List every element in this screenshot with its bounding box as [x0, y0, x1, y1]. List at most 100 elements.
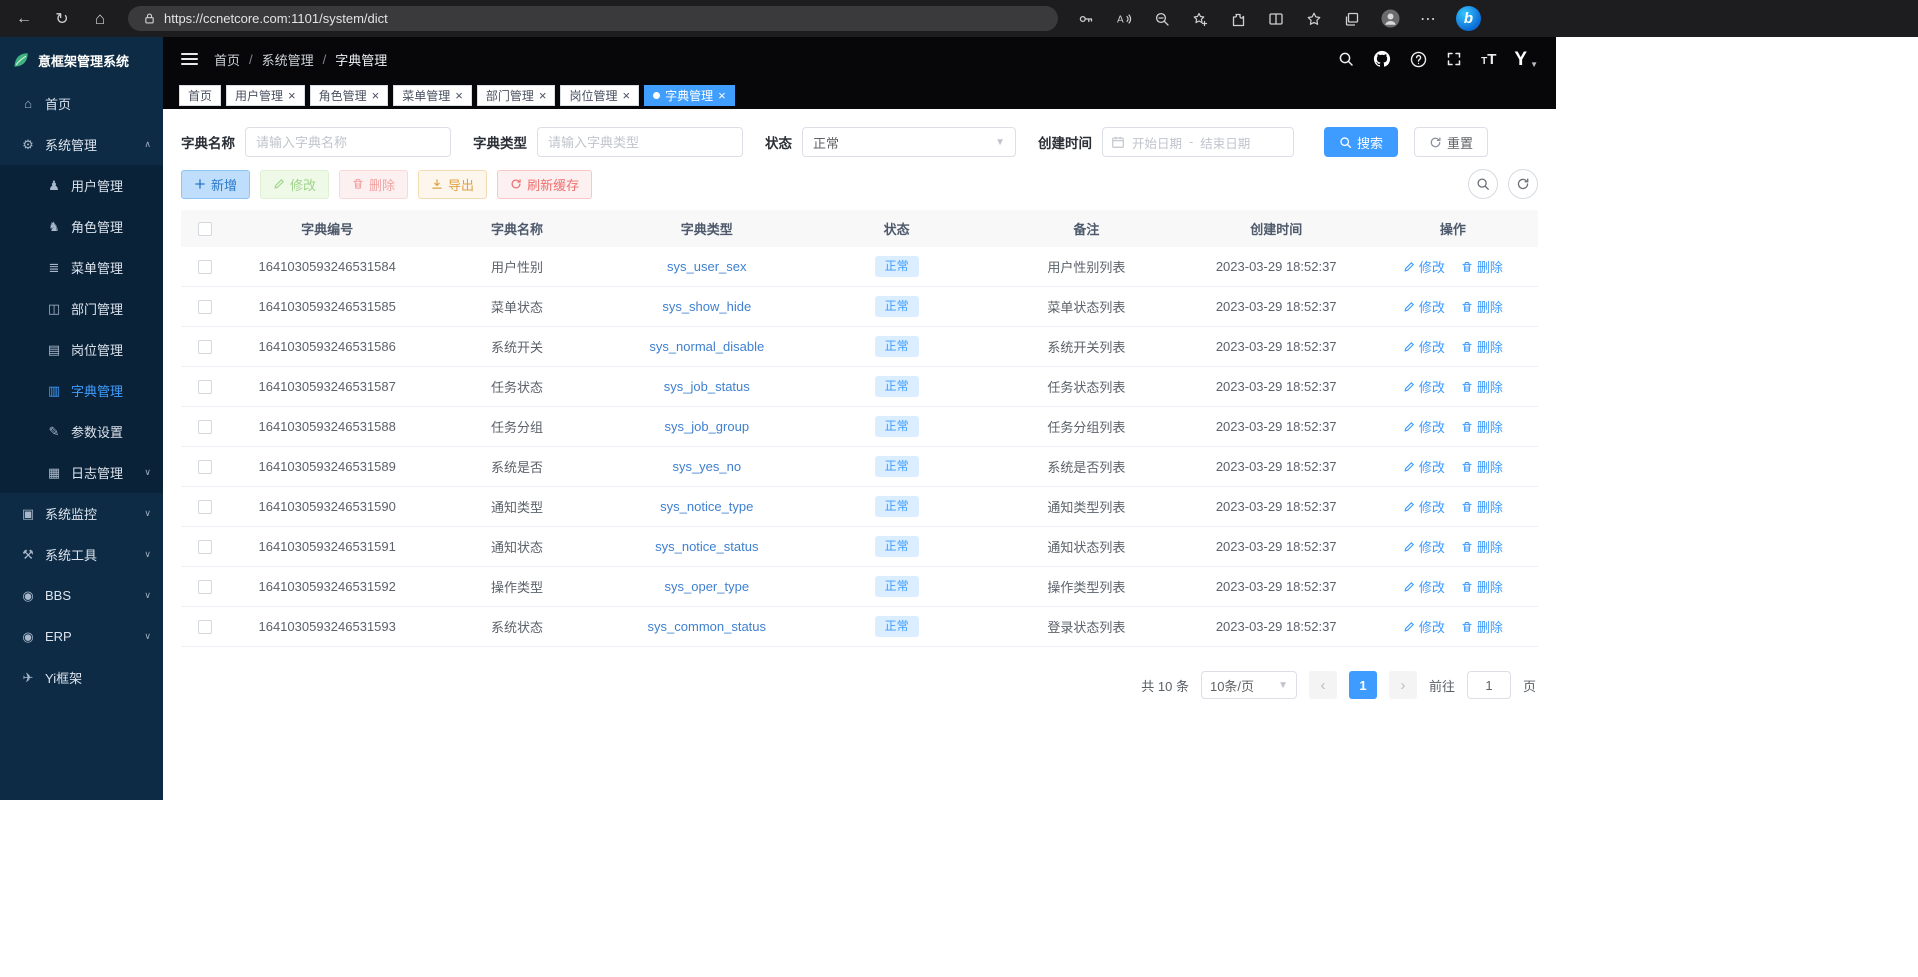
row-checkbox[interactable] — [198, 300, 212, 314]
refresh-table-icon[interactable] — [1508, 169, 1538, 199]
search-button[interactable]: 搜索 — [1324, 127, 1398, 157]
help-icon[interactable] — [1409, 49, 1427, 69]
tab[interactable]: 字典管理 × — [644, 85, 735, 106]
sidebar-item[interactable]: ✈ Yi框架 — [0, 657, 163, 698]
tab-close-icon[interactable]: × — [288, 89, 296, 102]
delete-button[interactable]: 删除 — [339, 170, 408, 199]
row-delete-link[interactable]: 删除 — [1461, 297, 1503, 316]
breadcrumb-home[interactable]: 首页 — [214, 50, 240, 69]
row-delete-link[interactable]: 删除 — [1461, 537, 1503, 556]
sidebar-item[interactable]: ♞ 角色管理 — [0, 206, 163, 247]
row-delete-link[interactable]: 删除 — [1461, 617, 1503, 636]
sidebar-item[interactable]: ▣ 系统监控 ∨ — [0, 493, 163, 534]
row-edit-link[interactable]: 修改 — [1403, 417, 1445, 436]
row-delete-link[interactable]: 删除 — [1461, 457, 1503, 476]
page-size-select[interactable]: 10条/页 ▼ — [1201, 671, 1297, 699]
dict-type-link[interactable]: sys_notice_type — [660, 499, 753, 514]
font-size-icon[interactable]: TT — [1481, 52, 1496, 67]
dict-type-link[interactable]: sys_common_status — [648, 619, 767, 634]
sidebar-item[interactable]: ▦ 日志管理 ∨ — [0, 452, 163, 493]
tab-close-icon[interactable]: × — [372, 89, 380, 102]
tab[interactable]: 菜单管理 × — [393, 85, 472, 106]
export-button[interactable]: 导出 — [418, 170, 487, 199]
row-edit-link[interactable]: 修改 — [1403, 537, 1445, 556]
row-checkbox[interactable] — [198, 580, 212, 594]
row-checkbox[interactable] — [198, 620, 212, 634]
current-page-button[interactable]: 1 — [1349, 671, 1377, 699]
github-icon[interactable] — [1373, 49, 1391, 69]
row-delete-link[interactable]: 删除 — [1461, 377, 1503, 396]
favorites-icon[interactable] — [1304, 9, 1324, 29]
row-edit-link[interactable]: 修改 — [1403, 497, 1445, 516]
dict-type-link[interactable]: sys_show_hide — [662, 299, 751, 314]
goto-page-input[interactable] — [1467, 671, 1511, 699]
prev-page-button[interactable]: ‹ — [1309, 671, 1337, 699]
row-delete-link[interactable]: 删除 — [1461, 577, 1503, 596]
select-all-checkbox[interactable] — [198, 222, 212, 236]
row-checkbox[interactable] — [198, 420, 212, 434]
sidebar-item[interactable]: ◉ ERP ∨ — [0, 616, 163, 657]
row-checkbox[interactable] — [198, 540, 212, 554]
search-icon[interactable] — [1337, 49, 1355, 69]
row-delete-link[interactable]: 删除 — [1461, 257, 1503, 276]
dict-type-link[interactable]: sys_job_group — [665, 419, 750, 434]
row-delete-link[interactable]: 删除 — [1461, 497, 1503, 516]
user-avatar[interactable]: Y ▼ — [1514, 50, 1538, 69]
row-checkbox[interactable] — [198, 340, 212, 354]
extensions-icon[interactable] — [1228, 9, 1248, 29]
sidebar-item[interactable]: ⌂ 首页 — [0, 83, 163, 124]
row-edit-link[interactable]: 修改 — [1403, 337, 1445, 356]
row-edit-link[interactable]: 修改 — [1403, 457, 1445, 476]
sidebar-item[interactable]: ⚙ 系统管理 ∧ — [0, 124, 163, 165]
split-screen-icon[interactable] — [1266, 9, 1286, 29]
dict-type-link[interactable]: sys_notice_status — [655, 539, 758, 554]
row-checkbox[interactable] — [198, 460, 212, 474]
sidebar-item[interactable]: ▥ 字典管理 — [0, 370, 163, 411]
add-button[interactable]: 新增 — [181, 170, 250, 199]
hamburger-icon[interactable] — [181, 53, 198, 65]
address-bar[interactable]: https://ccnetcore.com:1101/system/dict — [128, 6, 1058, 31]
dict-type-link[interactable]: sys_normal_disable — [649, 339, 764, 354]
app-logo[interactable]: 意框架管理系统 — [0, 37, 163, 83]
refresh-cache-button[interactable]: 刷新缓存 — [497, 170, 592, 199]
refresh-icon[interactable]: ↻ — [52, 9, 72, 29]
sidebar-item[interactable]: ⚒ 系统工具 ∨ — [0, 534, 163, 575]
tab[interactable]: 用户管理 × — [226, 85, 305, 106]
dict-type-link[interactable]: sys_user_sex — [667, 259, 746, 274]
tab-close-icon[interactable]: × — [622, 89, 630, 102]
row-edit-link[interactable]: 修改 — [1403, 577, 1445, 596]
row-edit-link[interactable]: 修改 — [1403, 377, 1445, 396]
back-icon[interactable]: ← — [14, 9, 34, 29]
collections-icon[interactable] — [1342, 9, 1362, 29]
reset-button[interactable]: 重置 — [1414, 127, 1488, 157]
show-search-icon[interactable] — [1468, 169, 1498, 199]
dict-type-link[interactable]: sys_yes_no — [672, 459, 741, 474]
row-delete-link[interactable]: 删除 — [1461, 337, 1503, 356]
row-edit-link[interactable]: 修改 — [1403, 617, 1445, 636]
row-checkbox[interactable] — [198, 380, 212, 394]
bing-icon[interactable]: b — [1456, 6, 1481, 31]
read-aloud-icon[interactable]: A — [1114, 9, 1134, 29]
tab-close-icon[interactable]: × — [455, 89, 463, 102]
tab-close-icon[interactable]: × — [718, 89, 726, 102]
dict-name-input[interactable] — [245, 127, 451, 157]
sidebar-item[interactable]: ♟ 用户管理 — [0, 165, 163, 206]
dict-type-link[interactable]: sys_oper_type — [665, 579, 750, 594]
row-checkbox[interactable] — [198, 500, 212, 514]
row-edit-link[interactable]: 修改 — [1403, 257, 1445, 276]
zoom-icon[interactable] — [1152, 9, 1172, 29]
sidebar-item[interactable]: ✎ 参数设置 — [0, 411, 163, 452]
fullscreen-icon[interactable] — [1445, 49, 1463, 69]
breadcrumb-system[interactable]: 系统管理 — [262, 50, 314, 69]
sidebar-item[interactable]: ≣ 菜单管理 — [0, 247, 163, 288]
tab[interactable]: 岗位管理 × — [560, 85, 639, 106]
sidebar-item[interactable]: ◫ 部门管理 — [0, 288, 163, 329]
home-icon[interactable]: ⌂ — [90, 9, 110, 29]
tab[interactable]: 角色管理 × — [310, 85, 389, 106]
add-favorite-icon[interactable] — [1190, 9, 1210, 29]
status-select[interactable]: 正常 ▼ — [802, 127, 1016, 157]
row-checkbox[interactable] — [198, 260, 212, 274]
sidebar-item[interactable]: ◉ BBS ∨ — [0, 575, 163, 616]
row-edit-link[interactable]: 修改 — [1403, 297, 1445, 316]
dict-type-link[interactable]: sys_job_status — [664, 379, 750, 394]
